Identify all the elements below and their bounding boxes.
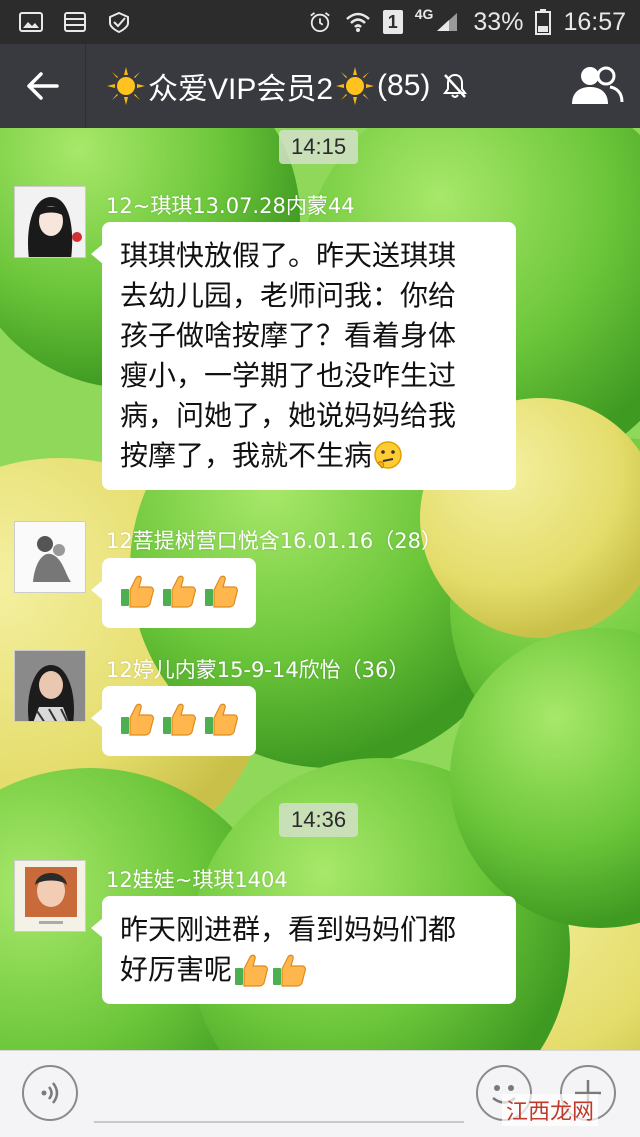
group-members-icon — [572, 66, 624, 104]
avatar-child-icon — [15, 861, 85, 931]
chat-area[interactable]: 14:15 12~琪琪13.07.28内蒙44 琪琪快放假了。昨天送琪琪 去幼儿… — [0, 128, 640, 1050]
sender-name: 12菩提树营口悦含16.01.16（28） — [106, 529, 442, 553]
clock: 16:57 — [563, 7, 626, 36]
storage-icon — [64, 12, 86, 32]
battery-icon — [535, 9, 552, 35]
title-bar: 众爱VIP会员2 (85) — [0, 44, 640, 128]
message-bubble[interactable]: 昨天刚进群，看到妈妈们都 好厉害呢 — [91, 896, 516, 1004]
sender-name: 12婷儿内蒙15-9-14欣怡（36） — [106, 658, 410, 682]
thumbs-up-icon — [163, 575, 196, 608]
watermark: 江西龙网 — [502, 1094, 599, 1126]
lte-badge: 4G — [414, 6, 434, 22]
message-text: 瘦小，一学期了也没咋生过 — [120, 359, 457, 392]
voice-icon — [41, 1082, 59, 1104]
chat-title: 众爱VIP会员2 (85) — [86, 64, 468, 108]
thumbs-up-icon — [163, 703, 196, 736]
back-button[interactable] — [0, 44, 86, 128]
sun-emoji-icon — [336, 67, 375, 105]
message-text: 病，问她了，她说妈妈给我 — [120, 399, 457, 432]
avatar[interactable] — [14, 650, 86, 722]
voice-input-button[interactable] — [22, 1065, 78, 1121]
mute-bell-icon — [443, 73, 468, 98]
battery-percent: 33% — [473, 7, 524, 36]
avatar[interactable] — [14, 186, 86, 258]
thinking-emoji-icon — [374, 441, 402, 469]
message-text: 琪琪快放假了。昨天送琪琪 — [120, 239, 457, 272]
message-bubble[interactable] — [91, 558, 256, 628]
gallery-icon — [19, 12, 43, 32]
message-text: 按摩了，我就不生病 — [120, 436, 498, 476]
group-members-button[interactable] — [570, 64, 624, 108]
sim-icon: 1 — [382, 10, 403, 34]
thumbs-up-icon — [121, 575, 154, 608]
message-text: 孩子做啥按摩了？看着身体 — [120, 319, 457, 352]
sender-name: 12娃娃~琪琪1404 — [106, 868, 288, 892]
timestamp: 14:36 — [279, 803, 359, 837]
group-name: 众爱VIP会员2 — [148, 73, 334, 106]
wifi-icon — [345, 12, 370, 32]
message-bubble[interactable]: 琪琪快放假了。昨天送琪琪 去幼儿园，老师问我：你给 孩子做啥按摩了？看着身体 瘦… — [91, 222, 516, 490]
emoji-row — [118, 572, 240, 610]
sender-name: 12~琪琪13.07.28内蒙44 — [106, 194, 355, 218]
avatar-sketch-icon — [15, 522, 85, 592]
message-text: 去幼儿园，老师问我：你给 — [120, 279, 457, 312]
check-shield-icon — [109, 11, 129, 33]
thumbs-up-icon — [205, 703, 238, 736]
avatar[interactable] — [14, 521, 86, 593]
message-input[interactable] — [94, 1065, 464, 1123]
emoji-row — [118, 700, 240, 738]
back-arrow-icon — [26, 72, 59, 100]
status-bar: 1 4G 33% 16:57 — [0, 0, 640, 44]
timestamp: 14:15 — [279, 130, 359, 164]
message-text: 好厉害呢 — [120, 950, 498, 990]
member-count: (85) — [377, 69, 431, 102]
avatar-woman-icon — [15, 651, 85, 721]
sun-emoji-icon — [107, 67, 145, 105]
avatar[interactable] — [14, 860, 86, 932]
avatar-girl-icon — [15, 187, 85, 257]
signal-icon — [437, 13, 458, 31]
thumbs-up-icon — [121, 703, 154, 736]
message-bubble[interactable] — [91, 686, 256, 756]
thumbs-up-icon — [273, 954, 306, 987]
thumbs-up-icon — [235, 954, 268, 987]
alarm-icon — [309, 12, 330, 33]
message-text: 昨天刚进群，看到妈妈们都 — [120, 913, 457, 946]
thumbs-up-icon — [205, 575, 238, 608]
